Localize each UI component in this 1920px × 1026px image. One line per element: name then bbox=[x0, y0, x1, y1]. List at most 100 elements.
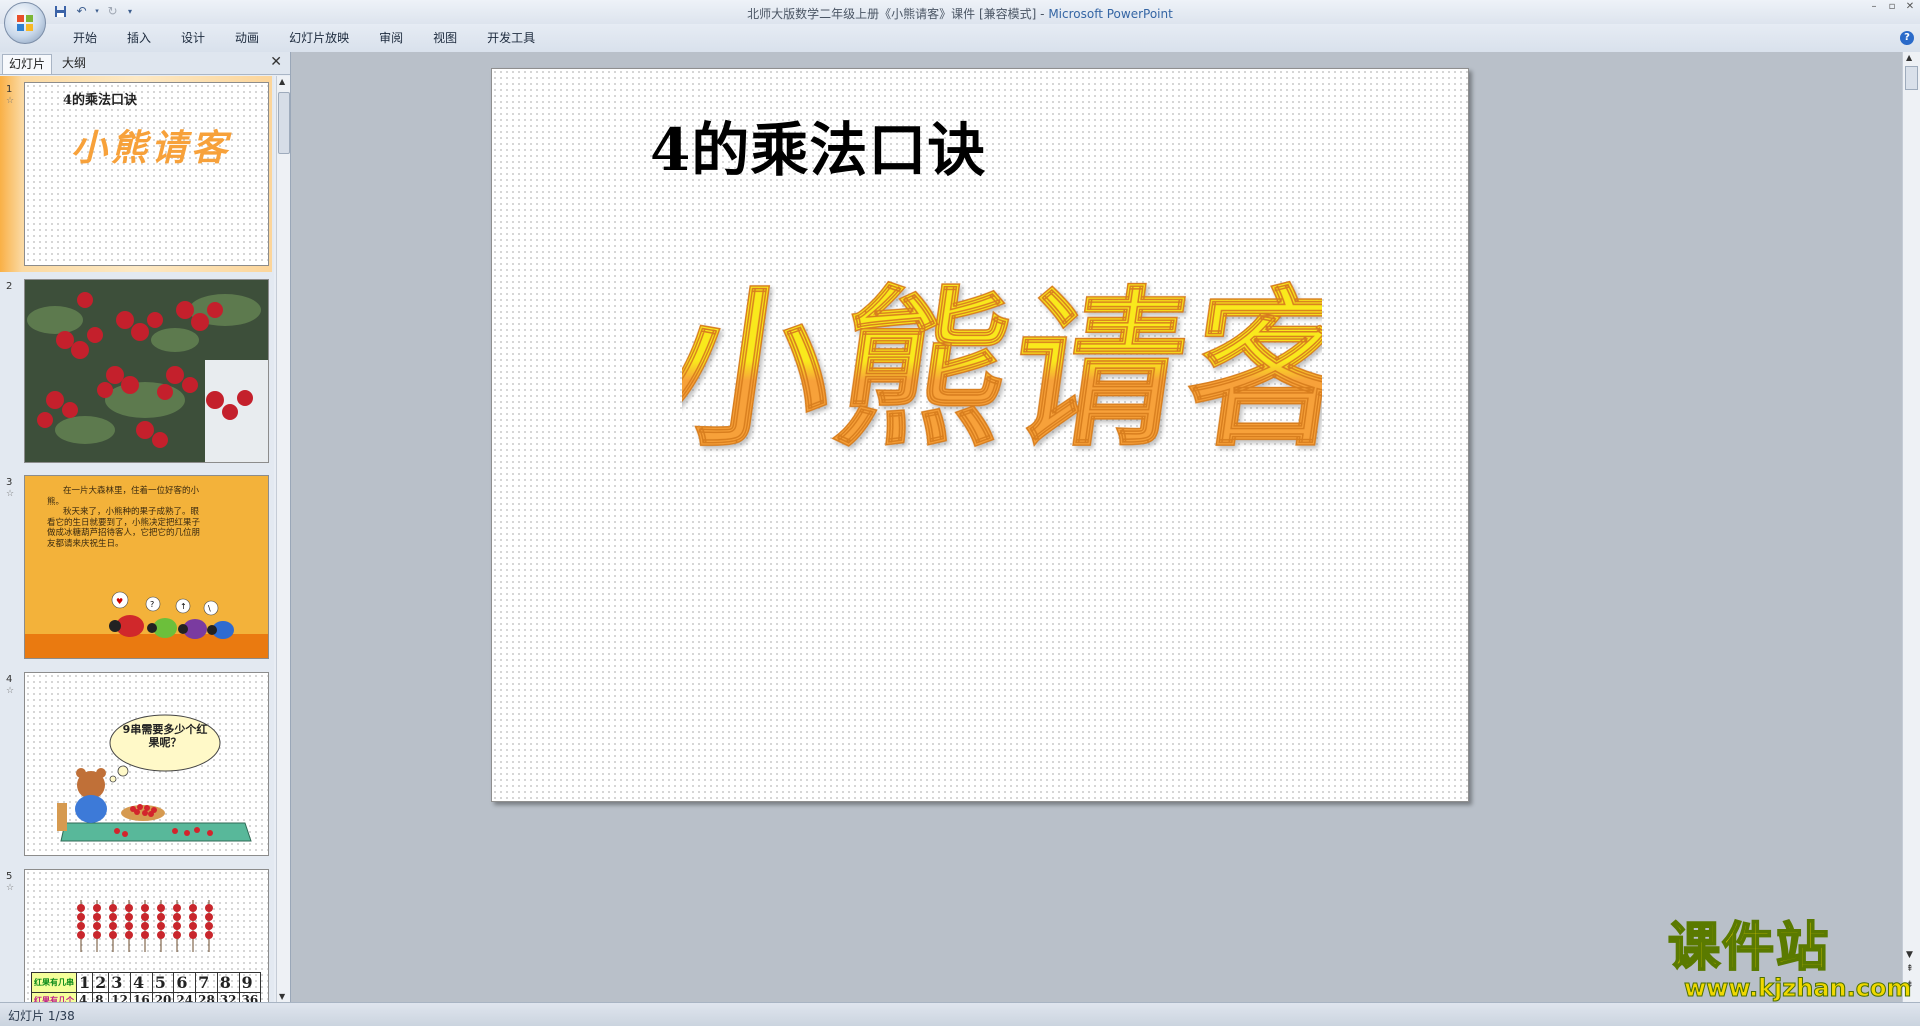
speech-bubble-text: 9串需要多少个红 果呢？ bbox=[117, 723, 213, 749]
haw-berry bbox=[173, 931, 181, 939]
thumbnail-slide-2[interactable] bbox=[24, 279, 269, 463]
slide-editor: 4的乘法口诀 小熊请客 bbox=[291, 52, 1902, 1002]
previous-slide-icon[interactable]: ⇞ bbox=[1906, 964, 1914, 974]
tab-review[interactable]: 审阅 bbox=[364, 30, 418, 46]
table-cell: 36 bbox=[238, 992, 262, 1002]
table-cell: 8 bbox=[92, 992, 110, 1002]
haw-berry bbox=[157, 922, 165, 930]
table-cell: 1 bbox=[75, 972, 94, 993]
tab-animations[interactable]: 动画 bbox=[220, 30, 274, 46]
scroll-up-icon[interactable]: ▲ bbox=[1906, 53, 1912, 62]
help-icon[interactable]: ? bbox=[1900, 31, 1914, 45]
table-cell: 20 bbox=[151, 992, 175, 1002]
ladybug-illustration: ♥ ? ↑ \ bbox=[109, 591, 234, 639]
haw-berry bbox=[77, 922, 85, 930]
current-slide[interactable]: 4的乘法口诀 小熊请客 bbox=[491, 68, 1469, 802]
haw-berry bbox=[173, 913, 181, 921]
table-cell: 24 bbox=[173, 992, 197, 1002]
thumbnail-slide-4[interactable]: 9串需要多少个红 果呢？ bbox=[24, 672, 269, 856]
haw-berry bbox=[205, 904, 213, 912]
thumb-art-text: 小熊请客 bbox=[71, 128, 232, 169]
haw-berry bbox=[77, 904, 85, 912]
tab-outline[interactable]: 大纲 bbox=[56, 54, 92, 73]
tab-design[interactable]: 设计 bbox=[166, 30, 220, 46]
haw-berry bbox=[93, 931, 101, 939]
haw-berry bbox=[189, 931, 197, 939]
haw-berry bbox=[77, 931, 85, 939]
animation-star-icon: ☆ bbox=[6, 96, 15, 106]
thumbnail-row-3[interactable]: 3 ☆ 在一片大森林里，住着一位好客的小 熊。 秋天来了，小熊种的果子成熟了。眼… bbox=[0, 475, 274, 663]
haw-berry bbox=[125, 913, 133, 921]
haw-berry bbox=[141, 913, 149, 921]
scroll-down-icon[interactable]: ▼ bbox=[279, 992, 285, 1001]
thumbnail-slide-5[interactable]: 红果有几串 1 2 3 4 5 6 7 8 9 红果有几个 4 8 12 16 … bbox=[24, 869, 269, 1002]
restore-icon[interactable]: ▫ bbox=[1886, 1, 1898, 13]
tab-slideshow[interactable]: 幻灯片放映 bbox=[274, 30, 364, 46]
scroll-down-icon[interactable]: ▼ bbox=[1906, 950, 1913, 960]
office-logo-icon bbox=[17, 15, 33, 31]
haw-berry bbox=[125, 922, 133, 930]
office-button[interactable] bbox=[4, 2, 46, 44]
haw-berry bbox=[141, 931, 149, 939]
haw-berry bbox=[109, 904, 117, 912]
close-pane-icon[interactable]: ✕ bbox=[270, 54, 282, 70]
table-cell: 28 bbox=[195, 992, 218, 1002]
thumbnail-slide-1[interactable]: 4的乘法口诀 小熊请客 bbox=[24, 82, 269, 266]
window-title-doc: 北师大版数学二年级上册《小熊请客》课件 [兼容模式] - bbox=[747, 7, 1049, 21]
table-cell: 8 bbox=[216, 972, 240, 993]
table-cell: 16 bbox=[129, 992, 153, 1002]
haw-berry bbox=[173, 922, 181, 930]
haw-berry bbox=[173, 904, 181, 912]
thumbnail-row-1[interactable]: 1 ☆ 4的乘法口诀 小熊请客 bbox=[0, 76, 274, 272]
haw-berry bbox=[189, 913, 197, 921]
window-controls: – ▫ ✕ bbox=[1868, 1, 1916, 13]
haw-berry bbox=[109, 922, 117, 930]
editor-scrollbar[interactable]: ▲ ▼ ⇞ ⇟ bbox=[1902, 52, 1920, 1002]
table-cell: 5 bbox=[151, 972, 175, 993]
svg-text:♥: ♥ bbox=[116, 597, 123, 606]
thumbnail-scrollbar[interactable]: ▲ ▼ bbox=[276, 76, 290, 1002]
tab-view[interactable]: 视图 bbox=[418, 30, 472, 46]
haw-berry bbox=[77, 913, 85, 921]
row-label: 红果有几个 bbox=[31, 992, 77, 1002]
wordart-text: 小熊请客 bbox=[682, 272, 1322, 469]
window-title: 北师大版数学二年级上册《小熊请客》课件 [兼容模式] - Microsoft P… bbox=[0, 5, 1920, 22]
thumbnail-row-4[interactable]: 4 ☆ 9串需要多少个红 果呢？ bbox=[0, 672, 274, 860]
status-bar: 幻灯片 1/38 bbox=[0, 1002, 1920, 1026]
slide-number: 1 bbox=[6, 84, 13, 95]
tab-slides[interactable]: 幻灯片 bbox=[2, 54, 53, 74]
table-row: 红果有几串 1 2 3 4 5 6 7 8 9 bbox=[31, 972, 262, 993]
haw-berry bbox=[157, 931, 165, 939]
haw-berry bbox=[141, 904, 149, 912]
slide-number: 4 bbox=[6, 674, 13, 685]
slide-number: 3 bbox=[6, 477, 13, 488]
close-icon[interactable]: ✕ bbox=[1904, 1, 1916, 13]
haw-berry bbox=[205, 931, 213, 939]
minimize-icon[interactable]: – bbox=[1868, 1, 1880, 13]
scroll-thumb[interactable] bbox=[278, 92, 290, 154]
thumbnail-row-5[interactable]: 5 ☆ 红果有几串 1 2 3 4 5 6 7 8 9 红果有几个 4 8 12… bbox=[0, 869, 274, 1002]
thumbnail-slide-3[interactable]: 在一片大森林里，住着一位好客的小 熊。 秋天来了，小熊种的果子成熟了。眼 看它的… bbox=[24, 475, 269, 659]
haw-berry bbox=[109, 931, 117, 939]
bubble-line: 9串需要多少个红 bbox=[122, 723, 208, 736]
scroll-thumb[interactable] bbox=[1905, 66, 1918, 90]
table-cell: 4 bbox=[129, 972, 153, 993]
tab-home[interactable]: 开始 bbox=[58, 30, 112, 46]
wordart-title[interactable]: 小熊请客 bbox=[682, 229, 1322, 469]
thumbnail-row-2[interactable]: 2 bbox=[0, 279, 274, 467]
slide-number: 5 bbox=[6, 871, 13, 882]
tab-developer[interactable]: 开发工具 bbox=[472, 30, 550, 46]
haw-berry bbox=[93, 922, 101, 930]
haw-berry bbox=[189, 922, 197, 930]
tab-insert[interactable]: 插入 bbox=[112, 30, 166, 46]
pane-tabs: 幻灯片 大纲 ✕ bbox=[0, 52, 290, 75]
slide-title[interactable]: 4的乘法口诀 bbox=[650, 103, 986, 187]
thumb-title: 4的乘法口诀 bbox=[63, 93, 138, 108]
haw-berry bbox=[125, 904, 133, 912]
scroll-up-icon[interactable]: ▲ bbox=[279, 77, 285, 86]
haw-berry bbox=[189, 904, 197, 912]
slide-counter: 幻灯片 1/38 bbox=[8, 1009, 75, 1023]
svg-text:?: ? bbox=[150, 600, 154, 609]
berries-photo bbox=[25, 280, 268, 462]
haw-berry bbox=[141, 922, 149, 930]
